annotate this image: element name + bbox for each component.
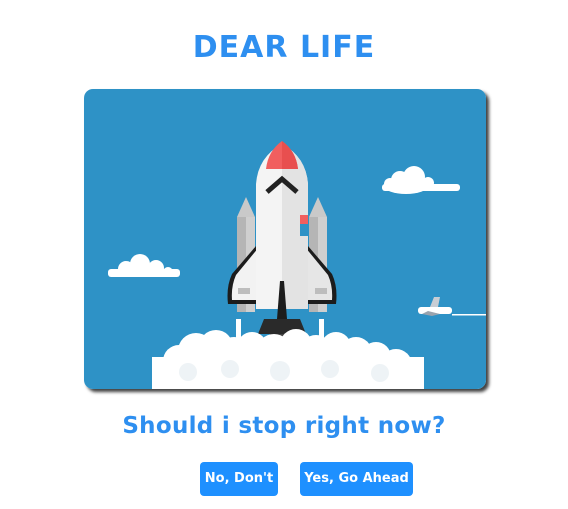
page-title: DEAR LIFE (192, 30, 376, 65)
rocket-launch-illustration (84, 89, 486, 389)
yes-go-ahead-button[interactable]: Yes, Go Ahead (300, 462, 413, 496)
rocket-illustration-card (84, 89, 486, 389)
no-dont-button[interactable]: No, Don't (200, 462, 278, 496)
question-text: Should i stop right now? (122, 413, 446, 439)
